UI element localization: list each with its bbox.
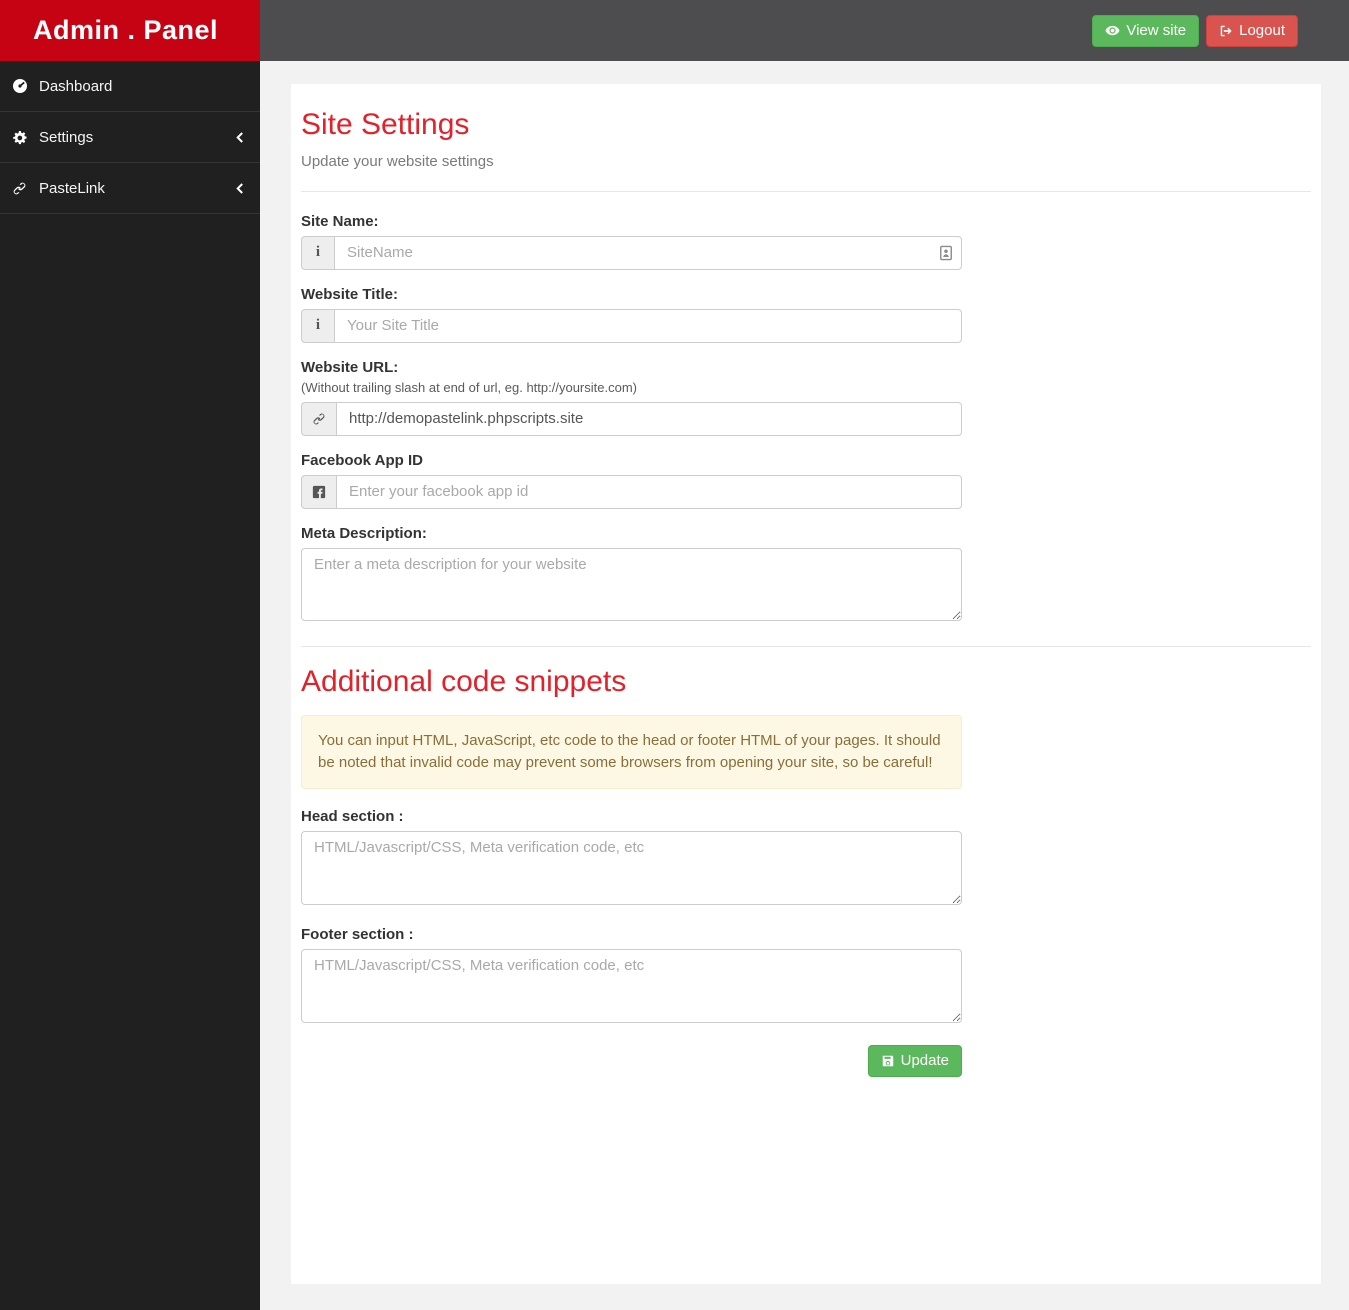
footer-section-label: Footer section :	[301, 925, 414, 943]
sidebar-item-label: Dashboard	[39, 77, 113, 95]
eye-icon	[1105, 23, 1120, 38]
settings-panel: Site Settings Update your website settin…	[291, 84, 1321, 1284]
snippets-warning-alert: You can input HTML, JavaScript, etc code…	[301, 715, 962, 789]
info-icon: i	[301, 235, 334, 270]
website-url-label: Website URL:	[301, 358, 399, 376]
logout-button[interactable]: Logout	[1206, 14, 1298, 47]
update-button[interactable]: Update	[867, 1044, 962, 1077]
facebook-app-id-label: Facebook App ID	[301, 451, 423, 469]
gear-icon	[12, 130, 39, 145]
facebook-app-id-input[interactable]	[336, 474, 962, 509]
info-icon: i	[301, 308, 334, 343]
app-root: Admin . Panel Dashboard Settings PasteLi…	[0, 0, 1349, 1310]
view-site-button[interactable]: View site	[1092, 14, 1200, 47]
website-title-label: Website Title:	[301, 285, 398, 303]
footer-section-group: Footer section :	[301, 926, 962, 1028]
site-settings-form: Site Name: i SiteName Website Title: i Y…	[301, 213, 962, 626]
sidebar: Admin . Panel Dashboard Settings PasteLi…	[0, 0, 260, 1310]
meta-description-textarea[interactable]	[301, 547, 962, 621]
link-icon	[301, 401, 336, 436]
update-button-label: Update	[900, 1052, 949, 1069]
head-section-group: Head section :	[301, 808, 962, 910]
form-actions: Update	[301, 1044, 962, 1077]
website-title-input[interactable]	[334, 308, 962, 343]
chevron-left-icon	[235, 182, 244, 195]
sidebar-item-pastelink[interactable]: PasteLink	[0, 163, 260, 214]
head-section-label: Head section :	[301, 807, 404, 825]
content-area: Site Settings Update your website settin…	[260, 61, 1349, 1310]
head-section-textarea[interactable]	[301, 830, 962, 905]
brand: Admin . Panel	[0, 0, 260, 61]
divider	[301, 190, 1311, 192]
sidebar-item-settings[interactable]: Settings	[0, 112, 260, 163]
link-icon	[12, 181, 39, 196]
facebook-icon	[301, 474, 336, 509]
website-url-group: Website URL: (Without trailing slash at …	[301, 359, 962, 436]
sidebar-item-dashboard[interactable]: Dashboard	[0, 61, 260, 112]
page-title: Site Settings	[301, 108, 470, 141]
facebook-app-id-group: Facebook App ID	[301, 452, 962, 509]
meta-description-label: Meta Description:	[301, 524, 427, 542]
meta-description-group: Meta Description:	[301, 525, 962, 626]
page-subtitle: Update your website settings	[301, 152, 494, 170]
logout-label: Logout	[1239, 22, 1285, 39]
contact-autofill-icon[interactable]	[939, 245, 953, 261]
sidebar-item-label: PasteLink	[39, 179, 105, 197]
main-column: View site Logout Site Settings Update yo…	[260, 0, 1349, 1310]
chevron-left-icon	[235, 131, 244, 144]
footer-section-textarea[interactable]	[301, 948, 962, 1023]
website-url-help: (Without trailing slash at end of url, e…	[301, 379, 637, 395]
site-name-input[interactable]	[334, 235, 962, 270]
sidebar-item-label: Settings	[39, 128, 94, 146]
save-icon	[881, 1054, 895, 1068]
site-name-group: Site Name: i	[301, 213, 962, 270]
logout-icon	[1219, 24, 1233, 38]
dashboard-icon	[12, 78, 39, 94]
website-title-group: Website Title: i	[301, 286, 962, 343]
snippets-section-title: Additional code snippets	[301, 664, 627, 698]
website-url-input[interactable]	[336, 401, 962, 436]
divider	[301, 645, 1311, 647]
site-name-label: Site Name:	[301, 212, 379, 230]
topbar: View site Logout	[260, 0, 1349, 61]
brand-title: Admin . Panel	[33, 15, 219, 45]
snippets-form: You can input HTML, JavaScript, etc code…	[301, 715, 962, 1077]
view-site-label: View site	[1126, 22, 1187, 39]
sidebar-nav: Dashboard Settings PasteLink	[0, 61, 260, 214]
